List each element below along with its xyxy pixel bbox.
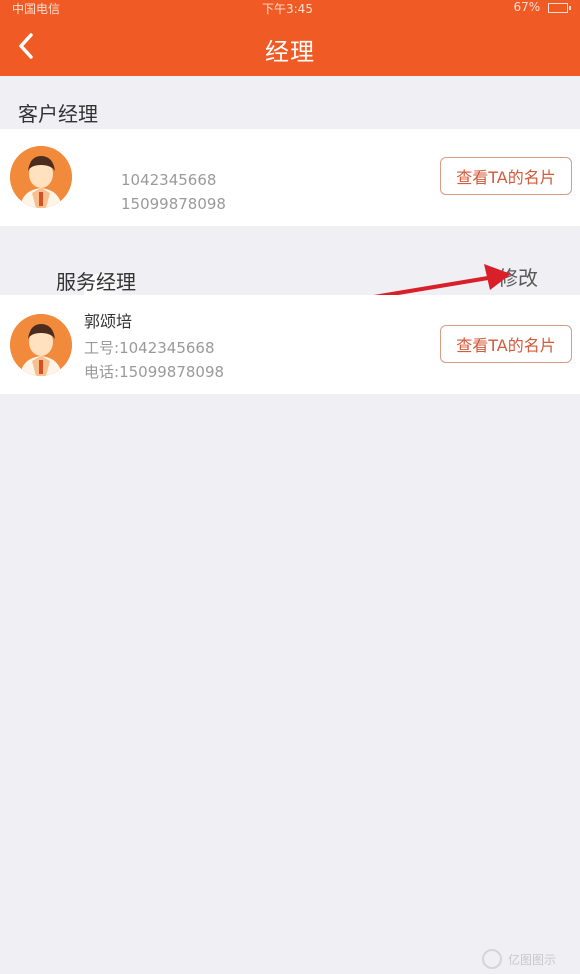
employee-id-value: 1042345668 — [119, 339, 215, 357]
carrier-label: 中国电信 — [12, 2, 61, 16]
customer-manager-phone: 15099878098 — [121, 195, 226, 213]
service-manager-card: 郭颂培 工号:1042345668 电话:15099878098 查看TA的名片 — [0, 295, 580, 394]
service-manager-employee-id: 工号:1042345668 — [84, 337, 215, 358]
watermark: 亿图图示 — [482, 948, 572, 970]
customer-manager-section-title: 客户经理 — [18, 102, 98, 126]
employee-id-label: 工号: — [84, 339, 120, 357]
page-title: 经理 — [265, 38, 315, 66]
service-manager-avatar — [10, 314, 72, 376]
customer-manager-avatar — [10, 146, 72, 208]
male-avatar-icon — [10, 146, 72, 208]
customer-manager-card: 1042345668 15099878098 查看TA的名片 — [0, 129, 580, 338]
view-customer-manager-card-button[interactable]: 查看TA的名片 — [440, 157, 572, 195]
view-service-manager-card-button[interactable]: 查看TA的名片 — [440, 325, 572, 363]
watermark-text: 亿图图示 — [508, 952, 557, 967]
battery-status: 67% — [513, 0, 571, 14]
service-manager-phone: 电话:15099878098 — [84, 361, 224, 382]
battery-percent: 67% — [513, 0, 541, 14]
navigation-bar: 经理 — [0, 18, 580, 76]
customer-manager-employee-id: 1042345668 — [121, 171, 217, 189]
service-manager-name: 郭颂培 — [84, 312, 133, 331]
service-manager-section-title: 服务经理 — [56, 270, 136, 294]
watermark-logo-icon — [482, 949, 502, 969]
status-time: 下午3:45 — [262, 2, 313, 16]
status-bar: 中国电信 下午3:45 67% — [0, 0, 580, 18]
phone-value: 15099878098 — [119, 363, 225, 381]
battery-icon — [548, 2, 571, 13]
phone-label: 电话: — [84, 363, 120, 381]
male-avatar-icon — [10, 314, 72, 376]
